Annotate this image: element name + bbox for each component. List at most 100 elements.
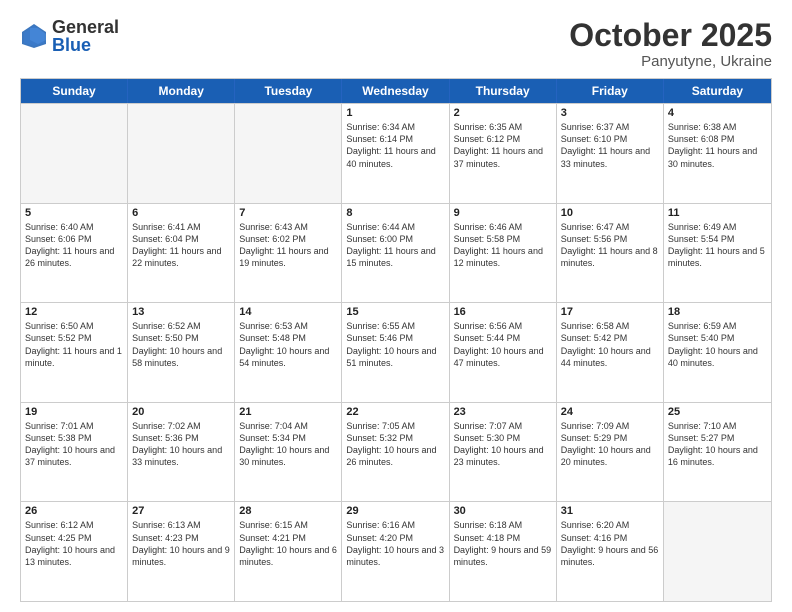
cell-text-w2-d5: Sunrise: 6:58 AM Sunset: 5:42 PM Dayligh… xyxy=(561,320,659,369)
cell-w1-d4: 9 Sunrise: 6:46 AM Sunset: 5:58 PM Daylig… xyxy=(450,204,557,303)
day-number-w2-d5: 17 xyxy=(561,306,659,318)
week-row-0: 1 Sunrise: 6:34 AM Sunset: 6:14 PM Daylig… xyxy=(21,103,771,203)
logo-blue-text: Blue xyxy=(52,36,119,54)
day-number-w0-d5: 3 xyxy=(561,107,659,119)
cell-text-w4-d4: Sunrise: 6:18 AM Sunset: 4:18 PM Dayligh… xyxy=(454,519,552,568)
cell-w1-d0: 5 Sunrise: 6:40 AM Sunset: 6:06 PM Daylig… xyxy=(21,204,128,303)
week-row-1: 5 Sunrise: 6:40 AM Sunset: 6:06 PM Daylig… xyxy=(21,203,771,303)
cell-w0-d1 xyxy=(128,104,235,203)
cell-text-w2-d3: Sunrise: 6:55 AM Sunset: 5:46 PM Dayligh… xyxy=(346,320,444,369)
cell-text-w2-d2: Sunrise: 6:53 AM Sunset: 5:48 PM Dayligh… xyxy=(239,320,337,369)
cell-w0-d6: 4 Sunrise: 6:38 AM Sunset: 6:08 PM Daylig… xyxy=(664,104,771,203)
cell-w2-d4: 16 Sunrise: 6:56 AM Sunset: 5:44 PM Dayli… xyxy=(450,303,557,402)
cell-text-w1-d2: Sunrise: 6:43 AM Sunset: 6:02 PM Dayligh… xyxy=(239,221,337,270)
cell-text-w0-d3: Sunrise: 6:34 AM Sunset: 6:14 PM Dayligh… xyxy=(346,121,444,170)
cell-w1-d3: 8Sunrise: 6:44 AM Sunset: 6:00 PM Daylig… xyxy=(342,204,449,303)
cell-text-w1-d4: Sunrise: 6:46 AM Sunset: 5:58 PM Dayligh… xyxy=(454,221,552,270)
month-title: October 2025 xyxy=(569,18,772,53)
cell-w1-d2: 7Sunrise: 6:43 AM Sunset: 6:02 PM Daylig… xyxy=(235,204,342,303)
day-number-w4-d1: 27 xyxy=(132,505,230,517)
day-number-w1-d5: 10 xyxy=(561,207,659,219)
cell-w3-d3: 22 Sunrise: 7:05 AM Sunset: 5:32 PM Dayli… xyxy=(342,403,449,502)
day-number-w2-d2: 14 xyxy=(239,306,337,318)
day-number-w3-d2: 21 xyxy=(239,406,337,418)
cell-text-w3-d3: Sunrise: 7:05 AM Sunset: 5:32 PM Dayligh… xyxy=(346,420,444,469)
cell-text-w1-d5: Sunrise: 6:47 AM Sunset: 5:56 PM Dayligh… xyxy=(561,221,659,270)
cell-text-w3-d6: Sunrise: 7:10 AM Sunset: 5:27 PM Dayligh… xyxy=(668,420,767,469)
day-number-w1-d1: 6 xyxy=(132,207,230,219)
cell-w3-d2: 21 Sunrise: 7:04 AM Sunset: 5:34 PM Dayli… xyxy=(235,403,342,502)
day-number-w3-d6: 25 xyxy=(668,406,767,418)
cell-w3-d5: 24 Sunrise: 7:09 AM Sunset: 5:29 PM Dayli… xyxy=(557,403,664,502)
cell-w3-d6: 25 Sunrise: 7:10 AM Sunset: 5:27 PM Dayli… xyxy=(664,403,771,502)
header-tuesday: Tuesday xyxy=(235,79,342,103)
cell-w3-d4: 23 Sunrise: 7:07 AM Sunset: 5:30 PM Dayli… xyxy=(450,403,557,502)
page: General Blue October 2025 Panyutyne, Ukr… xyxy=(0,0,792,612)
cell-text-w1-d1: Sunrise: 6:41 AM Sunset: 6:04 PM Dayligh… xyxy=(132,221,230,270)
logo: General Blue xyxy=(20,18,119,54)
day-number-w2-d0: 12 xyxy=(25,306,123,318)
cell-w2-d5: 17 Sunrise: 6:58 AM Sunset: 5:42 PM Dayli… xyxy=(557,303,664,402)
header-friday: Friday xyxy=(557,79,664,103)
logo-general-text: General xyxy=(52,18,119,36)
header-wednesday: Wednesday xyxy=(342,79,449,103)
week-row-3: 19 Sunrise: 7:01 AM Sunset: 5:38 PM Dayli… xyxy=(21,402,771,502)
cell-text-w4-d5: Sunrise: 6:20 AM Sunset: 4:16 PM Dayligh… xyxy=(561,519,659,568)
cell-text-w2-d6: Sunrise: 6:59 AM Sunset: 5:40 PM Dayligh… xyxy=(668,320,767,369)
cell-w2-d1: 13Sunrise: 6:52 AM Sunset: 5:50 PM Dayli… xyxy=(128,303,235,402)
day-number-w4-d5: 31 xyxy=(561,505,659,517)
cell-w2-d3: 15 Sunrise: 6:55 AM Sunset: 5:46 PM Dayli… xyxy=(342,303,449,402)
day-number-w2-d1: 13 xyxy=(132,306,230,318)
cell-text-w2-d4: Sunrise: 6:56 AM Sunset: 5:44 PM Dayligh… xyxy=(454,320,552,369)
cell-w3-d0: 19 Sunrise: 7:01 AM Sunset: 5:38 PM Dayli… xyxy=(21,403,128,502)
cell-w4-d4: 30 Sunrise: 6:18 AM Sunset: 4:18 PM Dayli… xyxy=(450,502,557,601)
cell-text-w4-d3: Sunrise: 6:16 AM Sunset: 4:20 PM Dayligh… xyxy=(346,519,444,568)
day-number-w1-d0: 5 xyxy=(25,207,123,219)
day-number-w0-d4: 2 xyxy=(454,107,552,119)
cell-w0-d4: 2Sunrise: 6:35 AM Sunset: 6:12 PM Daylig… xyxy=(450,104,557,203)
cell-text-w3-d4: Sunrise: 7:07 AM Sunset: 5:30 PM Dayligh… xyxy=(454,420,552,469)
cell-w0-d2 xyxy=(235,104,342,203)
calendar: Sunday Monday Tuesday Wednesday Thursday… xyxy=(20,78,772,602)
day-number-w2-d4: 16 xyxy=(454,306,552,318)
cell-text-w3-d5: Sunrise: 7:09 AM Sunset: 5:29 PM Dayligh… xyxy=(561,420,659,469)
cell-text-w1-d0: Sunrise: 6:40 AM Sunset: 6:06 PM Dayligh… xyxy=(25,221,123,270)
header-thursday: Thursday xyxy=(450,79,557,103)
title-block: October 2025 Panyutyne, Ukraine xyxy=(569,18,772,70)
week-row-4: 26Sunrise: 6:12 AM Sunset: 4:25 PM Dayli… xyxy=(21,501,771,601)
cell-w4-d5: 31 Sunrise: 6:20 AM Sunset: 4:16 PM Dayli… xyxy=(557,502,664,601)
cell-text-w3-d0: Sunrise: 7:01 AM Sunset: 5:38 PM Dayligh… xyxy=(25,420,123,469)
cell-text-w0-d6: Sunrise: 6:38 AM Sunset: 6:08 PM Dayligh… xyxy=(668,121,767,170)
day-number-w0-d6: 4 xyxy=(668,107,767,119)
day-number-w2-d3: 15 xyxy=(346,306,444,318)
header-monday: Monday xyxy=(128,79,235,103)
day-number-w1-d4: 9 xyxy=(454,207,552,219)
cell-w2-d6: 18 Sunrise: 6:59 AM Sunset: 5:40 PM Dayli… xyxy=(664,303,771,402)
cell-w4-d1: 27Sunrise: 6:13 AM Sunset: 4:23 PM Dayli… xyxy=(128,502,235,601)
day-number-w1-d3: 8 xyxy=(346,207,444,219)
location: Panyutyne, Ukraine xyxy=(569,53,772,70)
calendar-body: 1 Sunrise: 6:34 AM Sunset: 6:14 PM Daylig… xyxy=(21,103,771,601)
cell-w3-d1: 20Sunrise: 7:02 AM Sunset: 5:36 PM Dayli… xyxy=(128,403,235,502)
cell-w1-d1: 6 Sunrise: 6:41 AM Sunset: 6:04 PM Daylig… xyxy=(128,204,235,303)
cell-w2-d0: 12Sunrise: 6:50 AM Sunset: 5:52 PM Dayli… xyxy=(21,303,128,402)
cell-w0-d5: 3 Sunrise: 6:37 AM Sunset: 6:10 PM Daylig… xyxy=(557,104,664,203)
cell-w4-d3: 29 Sunrise: 6:16 AM Sunset: 4:20 PM Dayli… xyxy=(342,502,449,601)
cell-w2-d2: 14 Sunrise: 6:53 AM Sunset: 5:48 PM Dayli… xyxy=(235,303,342,402)
day-number-w4-d0: 26 xyxy=(25,505,123,517)
day-number-w4-d4: 30 xyxy=(454,505,552,517)
day-number-w3-d5: 24 xyxy=(561,406,659,418)
day-number-w4-d3: 29 xyxy=(346,505,444,517)
cell-text-w0-d5: Sunrise: 6:37 AM Sunset: 6:10 PM Dayligh… xyxy=(561,121,659,170)
cell-text-w3-d2: Sunrise: 7:04 AM Sunset: 5:34 PM Dayligh… xyxy=(239,420,337,469)
day-number-w3-d0: 19 xyxy=(25,406,123,418)
cell-w0-d0 xyxy=(21,104,128,203)
logo-text: General Blue xyxy=(52,18,119,54)
logo-icon xyxy=(20,22,48,50)
day-number-w3-d3: 22 xyxy=(346,406,444,418)
day-number-w3-d4: 23 xyxy=(454,406,552,418)
day-number-w2-d6: 18 xyxy=(668,306,767,318)
day-number-w4-d2: 28 xyxy=(239,505,337,517)
cell-w1-d6: 11Sunrise: 6:49 AM Sunset: 5:54 PM Dayli… xyxy=(664,204,771,303)
day-number-w0-d3: 1 xyxy=(346,107,444,119)
